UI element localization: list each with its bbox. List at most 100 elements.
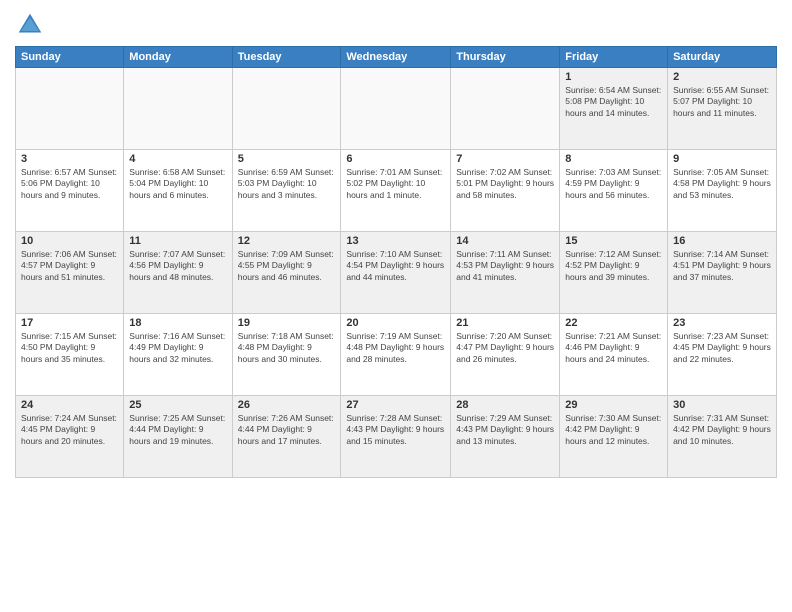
day-number: 11 — [129, 235, 226, 247]
day-info: Sunrise: 7:20 AM Sunset: 4:47 PM Dayligh… — [456, 331, 554, 365]
day-number: 27 — [346, 399, 445, 411]
day-number: 4 — [129, 153, 226, 165]
day-info: Sunrise: 6:55 AM Sunset: 5:07 PM Dayligh… — [673, 85, 771, 119]
day-number: 30 — [673, 399, 771, 411]
day-info: Sunrise: 7:01 AM Sunset: 5:02 PM Dayligh… — [346, 167, 445, 201]
day-info: Sunrise: 7:06 AM Sunset: 4:57 PM Dayligh… — [21, 249, 118, 283]
page: SundayMondayTuesdayWednesdayThursdayFrid… — [0, 0, 792, 612]
day-cell: 30 Sunrise: 7:31 AM Sunset: 4:42 PM Dayli… — [668, 396, 777, 478]
day-number: 21 — [456, 317, 554, 329]
day-info: Sunrise: 7:14 AM Sunset: 4:51 PM Dayligh… — [673, 249, 771, 283]
day-cell: 10 Sunrise: 7:06 AM Sunset: 4:57 PM Dayli… — [16, 232, 124, 314]
day-cell: 18Sunrise: 7:16 AM Sunset: 4:49 PM Dayli… — [124, 314, 232, 396]
day-info: Sunrise: 7:05 AM Sunset: 4:58 PM Dayligh… — [673, 167, 771, 201]
day-info: Sunrise: 7:09 AM Sunset: 4:55 PM Dayligh… — [238, 249, 336, 283]
day-number: 3 — [21, 153, 118, 165]
day-info: Sunrise: 7:18 AM Sunset: 4:48 PM Dayligh… — [238, 331, 336, 365]
header-cell-thursday: Thursday — [451, 47, 560, 68]
day-cell: 4 Sunrise: 6:58 AM Sunset: 5:04 PM Daylig… — [124, 150, 232, 232]
day-info: Sunrise: 7:15 AM Sunset: 4:50 PM Dayligh… — [21, 331, 118, 365]
day-number: 19 — [238, 317, 336, 329]
day-cell — [341, 68, 451, 150]
day-cell: 1Sunrise: 6:54 AM Sunset: 5:08 PM Daylig… — [560, 68, 668, 150]
day-info: Sunrise: 7:31 AM Sunset: 4:42 PM Dayligh… — [673, 413, 771, 447]
day-cell: 13 Sunrise: 7:10 AM Sunset: 4:54 PM Dayli… — [341, 232, 451, 314]
day-info: Sunrise: 7:07 AM Sunset: 4:56 PM Dayligh… — [129, 249, 226, 283]
day-cell: 24 Sunrise: 7:24 AM Sunset: 4:45 PM Dayli… — [16, 396, 124, 478]
day-cell: 21 Sunrise: 7:20 AM Sunset: 4:47 PM Dayli… — [451, 314, 560, 396]
day-info: Sunrise: 6:57 AM Sunset: 5:06 PM Dayligh… — [21, 167, 118, 201]
day-cell: 19 Sunrise: 7:18 AM Sunset: 4:48 PM Dayli… — [232, 314, 341, 396]
day-number: 16 — [673, 235, 771, 247]
header-cell-sunday: Sunday — [16, 47, 124, 68]
day-info: Sunrise: 7:26 AM Sunset: 4:44 PM Dayligh… — [238, 413, 336, 447]
day-cell: 23 Sunrise: 7:23 AM Sunset: 4:45 PM Dayli… — [668, 314, 777, 396]
day-info: Sunrise: 7:21 AM Sunset: 4:46 PM Dayligh… — [565, 331, 662, 365]
day-number: 28 — [456, 399, 554, 411]
day-cell — [16, 68, 124, 150]
day-number: 20 — [346, 317, 445, 329]
day-cell: 26 Sunrise: 7:26 AM Sunset: 4:44 PM Dayli… — [232, 396, 341, 478]
day-number: 15 — [565, 235, 662, 247]
header-cell-monday: Monday — [124, 47, 232, 68]
logo-icon — [15, 10, 45, 40]
day-cell: 17Sunrise: 7:15 AM Sunset: 4:50 PM Dayli… — [16, 314, 124, 396]
day-info: Sunrise: 7:12 AM Sunset: 4:52 PM Dayligh… — [565, 249, 662, 283]
day-info: Sunrise: 7:25 AM Sunset: 4:44 PM Dayligh… — [129, 413, 226, 447]
day-info: Sunrise: 7:19 AM Sunset: 4:48 PM Dayligh… — [346, 331, 445, 365]
day-number: 14 — [456, 235, 554, 247]
day-number: 26 — [238, 399, 336, 411]
day-cell — [124, 68, 232, 150]
calendar-body: 1Sunrise: 6:54 AM Sunset: 5:08 PM Daylig… — [16, 68, 777, 478]
week-row: 24 Sunrise: 7:24 AM Sunset: 4:45 PM Dayli… — [16, 396, 777, 478]
day-cell: 7 Sunrise: 7:02 AM Sunset: 5:01 PM Daylig… — [451, 150, 560, 232]
day-info: Sunrise: 7:23 AM Sunset: 4:45 PM Dayligh… — [673, 331, 771, 365]
day-info: Sunrise: 7:10 AM Sunset: 4:54 PM Dayligh… — [346, 249, 445, 283]
calendar: SundayMondayTuesdayWednesdayThursdayFrid… — [15, 46, 777, 478]
header-cell-saturday: Saturday — [668, 47, 777, 68]
day-number: 25 — [129, 399, 226, 411]
header-cell-friday: Friday — [560, 47, 668, 68]
day-number: 29 — [565, 399, 662, 411]
day-number: 7 — [456, 153, 554, 165]
day-info: Sunrise: 7:24 AM Sunset: 4:45 PM Dayligh… — [21, 413, 118, 447]
week-row: 1Sunrise: 6:54 AM Sunset: 5:08 PM Daylig… — [16, 68, 777, 150]
day-info: Sunrise: 7:03 AM Sunset: 4:59 PM Dayligh… — [565, 167, 662, 201]
day-info: Sunrise: 7:16 AM Sunset: 4:49 PM Dayligh… — [129, 331, 226, 365]
week-row: 10 Sunrise: 7:06 AM Sunset: 4:57 PM Dayli… — [16, 232, 777, 314]
day-info: Sunrise: 6:58 AM Sunset: 5:04 PM Dayligh… — [129, 167, 226, 201]
day-cell: 3 Sunrise: 6:57 AM Sunset: 5:06 PM Daylig… — [16, 150, 124, 232]
day-info: Sunrise: 6:59 AM Sunset: 5:03 PM Dayligh… — [238, 167, 336, 201]
day-number: 23 — [673, 317, 771, 329]
day-number: 9 — [673, 153, 771, 165]
day-number: 24 — [21, 399, 118, 411]
day-number: 22 — [565, 317, 662, 329]
week-row: 17Sunrise: 7:15 AM Sunset: 4:50 PM Dayli… — [16, 314, 777, 396]
header-cell-wednesday: Wednesday — [341, 47, 451, 68]
day-cell: 12 Sunrise: 7:09 AM Sunset: 4:55 PM Dayli… — [232, 232, 341, 314]
day-number: 13 — [346, 235, 445, 247]
day-info: Sunrise: 7:11 AM Sunset: 4:53 PM Dayligh… — [456, 249, 554, 283]
week-row: 3 Sunrise: 6:57 AM Sunset: 5:06 PM Daylig… — [16, 150, 777, 232]
header — [15, 10, 777, 40]
day-cell: 5 Sunrise: 6:59 AM Sunset: 5:03 PM Daylig… — [232, 150, 341, 232]
day-number: 10 — [21, 235, 118, 247]
day-cell: 25 Sunrise: 7:25 AM Sunset: 4:44 PM Dayli… — [124, 396, 232, 478]
day-cell: 27 Sunrise: 7:28 AM Sunset: 4:43 PM Dayli… — [341, 396, 451, 478]
day-cell: 8Sunrise: 7:03 AM Sunset: 4:59 PM Daylig… — [560, 150, 668, 232]
calendar-header: SundayMondayTuesdayWednesdayThursdayFrid… — [16, 47, 777, 68]
day-cell: 16 Sunrise: 7:14 AM Sunset: 4:51 PM Dayli… — [668, 232, 777, 314]
day-cell — [451, 68, 560, 150]
day-cell: 6 Sunrise: 7:01 AM Sunset: 5:02 PM Daylig… — [341, 150, 451, 232]
day-number: 5 — [238, 153, 336, 165]
day-number: 2 — [673, 71, 771, 83]
day-cell — [232, 68, 341, 150]
day-info: Sunrise: 7:28 AM Sunset: 4:43 PM Dayligh… — [346, 413, 445, 447]
day-number: 12 — [238, 235, 336, 247]
day-number: 6 — [346, 153, 445, 165]
day-info: Sunrise: 7:29 AM Sunset: 4:43 PM Dayligh… — [456, 413, 554, 447]
header-row: SundayMondayTuesdayWednesdayThursdayFrid… — [16, 47, 777, 68]
day-number: 1 — [565, 71, 662, 83]
day-cell: 15 Sunrise: 7:12 AM Sunset: 4:52 PM Dayli… — [560, 232, 668, 314]
day-info: Sunrise: 7:02 AM Sunset: 5:01 PM Dayligh… — [456, 167, 554, 201]
